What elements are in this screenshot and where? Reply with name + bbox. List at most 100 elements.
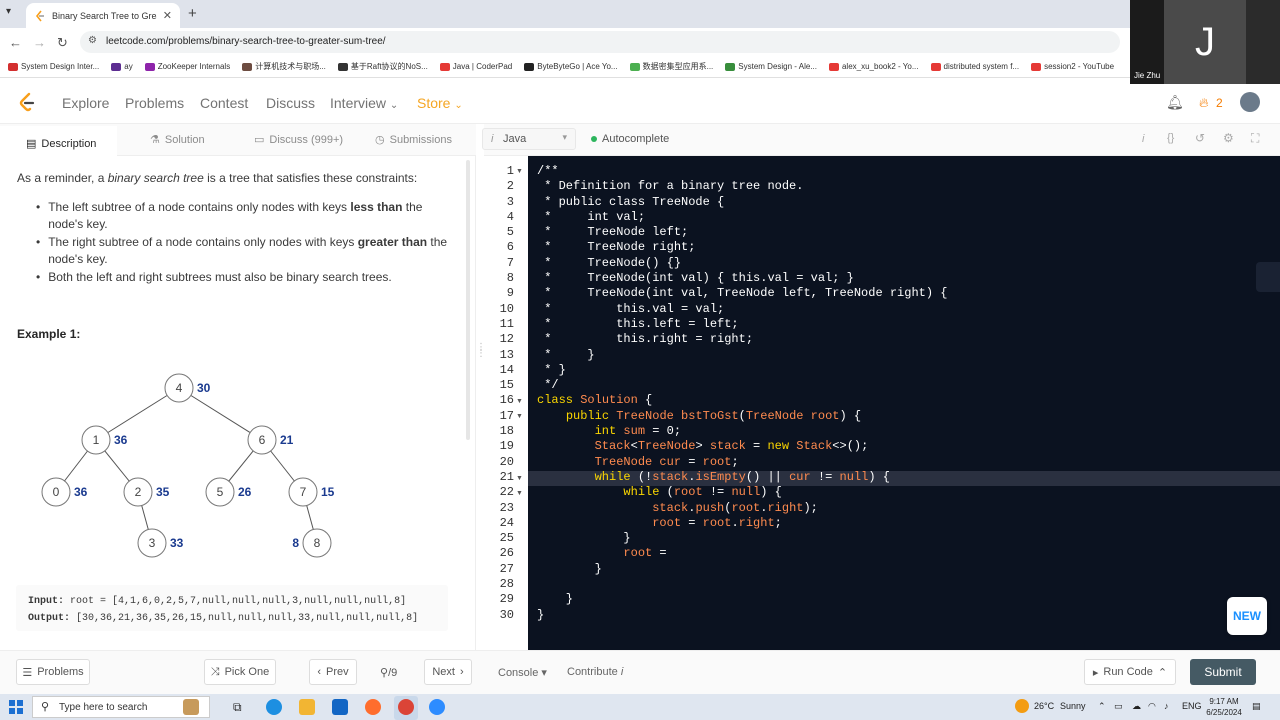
firefox-icon[interactable]: [365, 699, 381, 715]
code-lines[interactable]: /** * Definition for a binary tree node.…: [537, 164, 947, 623]
site-info-icon[interactable]: ⚙: [88, 35, 97, 46]
code-line[interactable]: * this.val = val;: [537, 302, 947, 317]
fold-arrow-icon[interactable]: ▼: [516, 168, 523, 175]
store-app-icon[interactable]: [332, 699, 348, 715]
bookmark-item[interactable]: System Design Inter...: [8, 62, 99, 71]
code-line[interactable]: Stack<TreeNode> stack = new Stack<>();: [537, 439, 947, 454]
fold-arrow-icon[interactable]: ▼: [516, 398, 523, 405]
task-view-icon[interactable]: ⧉: [233, 700, 242, 715]
code-line[interactable]: stack.push(root.right);: [537, 501, 947, 516]
reset-icon[interactable]: ↺: [1195, 131, 1205, 145]
fold-arrow-icon[interactable]: ▼: [516, 490, 523, 497]
language-select[interactable]: i Java ▾: [482, 128, 576, 150]
reload-icon[interactable]: ↻: [57, 35, 68, 51]
code-line[interactable]: * this.left = left;: [537, 317, 947, 332]
code-line[interactable]: public TreeNode bstToGst(TreeNode root) …: [537, 409, 947, 424]
windows-start-icon[interactable]: [9, 700, 23, 714]
zoom-icon[interactable]: [429, 699, 445, 715]
url-input[interactable]: ⚙ leetcode.com/problems/binary-search-tr…: [80, 31, 1120, 53]
code-line[interactable]: root =: [537, 546, 947, 561]
tab-solution[interactable]: ⚗ Solution: [150, 133, 205, 147]
nav-store[interactable]: Store ⌄: [417, 95, 463, 111]
tab-submissions[interactable]: ◷ Submissions: [375, 133, 452, 147]
streak-fire-icon[interactable]: 🔥︎: [1199, 95, 1209, 111]
bookmark-item[interactable]: session2 - YouTube: [1031, 62, 1114, 71]
back-arrow-icon[interactable]: ←: [9, 35, 22, 50]
code-line[interactable]: * public class TreeNode {: [537, 195, 947, 210]
bookmark-item[interactable]: ay: [111, 62, 133, 71]
nav-explore[interactable]: Explore: [62, 95, 109, 111]
code-line[interactable]: * TreeNode(int val, TreeNode left, TreeN…: [537, 286, 947, 301]
code-line[interactable]: while (!stack.isEmpty() || cur != null) …: [537, 470, 947, 485]
bookmark-item[interactable]: 计算机技术与职场...: [242, 61, 326, 72]
clock[interactable]: 9:17 AM 6/25/2024: [1206, 696, 1242, 718]
bookmark-item[interactable]: 基于Raft协议的NoS...: [337, 61, 428, 72]
browser-tab-active[interactable]: Binary Search Tree to Greater Sum Tree ✕: [26, 3, 180, 28]
code-line[interactable]: class Solution {: [537, 393, 947, 408]
contribute-link[interactable]: Contribute i: [567, 666, 623, 678]
code-line[interactable]: root = root.right;: [537, 516, 947, 531]
bookmark-item[interactable]: System Design - Ale...: [725, 62, 817, 71]
close-tab-icon[interactable]: ✕: [163, 9, 172, 22]
code-line[interactable]: }: [537, 562, 947, 577]
network-icon[interactable]: ▭: [1114, 701, 1123, 712]
nav-contest[interactable]: Contest: [200, 95, 248, 111]
code-line[interactable]: * }: [537, 348, 947, 363]
autocomplete-toggle[interactable]: Autocomplete: [602, 133, 669, 145]
tab-search-icon[interactable]: ▾: [6, 6, 11, 17]
prev-button[interactable]: ‹ Prev: [309, 659, 357, 685]
run-code-button[interactable]: ▸ Run Code ⌃: [1084, 659, 1176, 685]
code-line[interactable]: int sum = 0;: [537, 424, 947, 439]
leetcode-logo-icon[interactable]: [18, 92, 36, 112]
code-line[interactable]: TreeNode cur = root;: [537, 455, 947, 470]
tray-chevron-up-icon[interactable]: ⌃: [1098, 701, 1106, 712]
bookmark-item[interactable]: Java | CoderPad: [439, 62, 512, 71]
new-tab-icon[interactable]: +: [188, 5, 197, 22]
fold-arrow-icon[interactable]: ▼: [516, 413, 523, 420]
code-line[interactable]: * TreeNode left;: [537, 225, 947, 240]
bookmark-item[interactable]: alex_xu_book2 - Yo...: [828, 62, 919, 71]
code-line[interactable]: * int val;: [537, 210, 947, 225]
code-line[interactable]: /**: [537, 164, 947, 179]
cloud-icon[interactable]: ☁: [1132, 701, 1141, 712]
side-panel-toggle[interactable]: [1256, 262, 1280, 292]
input-language[interactable]: ENG: [1182, 701, 1202, 711]
code-line[interactable]: */: [537, 378, 947, 393]
chrome-icon[interactable]: [398, 699, 414, 715]
next-button[interactable]: Next ›: [424, 659, 472, 685]
user-avatar[interactable]: [1240, 92, 1260, 112]
code-line[interactable]: while (root != null) {: [537, 485, 947, 500]
code-line[interactable]: }: [537, 592, 947, 607]
bookmark-item[interactable]: ZooKeeper Internals: [144, 62, 230, 71]
bookmark-item[interactable]: ByteByteGo | Ace Yo...: [524, 62, 618, 71]
fullscreen-icon[interactable]: ⛶: [1251, 131, 1259, 146]
forward-arrow-icon[interactable]: →: [33, 35, 46, 50]
code-line[interactable]: }: [537, 531, 947, 546]
tab-discuss[interactable]: ▭ Discuss (999+): [254, 133, 343, 147]
submit-button[interactable]: Submit: [1190, 659, 1256, 685]
bookmark-item[interactable]: 数据密集型应用系...: [629, 61, 713, 72]
nav-discuss[interactable]: Discuss: [266, 95, 315, 111]
edge-browser-icon[interactable]: [266, 699, 282, 715]
console-toggle[interactable]: Console ▾: [498, 666, 547, 679]
file-explorer-icon[interactable]: [299, 699, 315, 715]
notification-center-icon[interactable]: ▤: [1252, 701, 1261, 712]
new-feature-button[interactable]: NEW: [1227, 597, 1267, 635]
code-line[interactable]: * TreeNode() {}: [537, 256, 947, 271]
problems-list-button[interactable]: ☰ Problems: [16, 659, 90, 685]
code-line[interactable]: }: [537, 608, 947, 623]
taskbar-widget-icon[interactable]: [183, 699, 199, 715]
bookmark-item[interactable]: distributed system f...: [930, 62, 1019, 71]
code-line[interactable]: * Definition for a binary tree node.: [537, 179, 947, 194]
code-line[interactable]: [537, 577, 947, 592]
nav-problems[interactable]: Problems: [125, 95, 184, 111]
settings-icon[interactable]: ⚙: [1223, 131, 1234, 145]
code-line[interactable]: * TreeNode(int val) { this.val = val; }: [537, 271, 947, 286]
info-icon[interactable]: i: [1142, 133, 1144, 145]
code-line[interactable]: * TreeNode right;: [537, 240, 947, 255]
description-scrollbar[interactable]: [466, 160, 470, 440]
tab-description[interactable]: ▤ Description: [0, 126, 117, 156]
braces-icon[interactable]: {}: [1167, 132, 1174, 144]
fold-arrow-icon[interactable]: ▼: [516, 475, 523, 482]
volume-icon[interactable]: ♪: [1164, 701, 1169, 711]
